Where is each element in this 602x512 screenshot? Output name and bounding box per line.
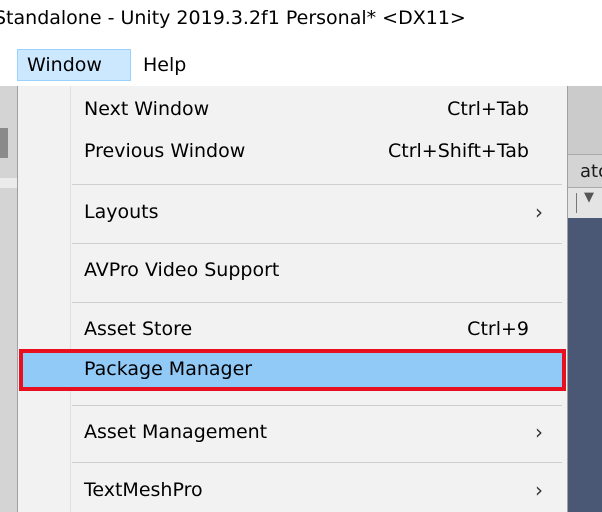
editor-toolbar-fragment: [568, 86, 602, 154]
menu-window[interactable]: Window: [17, 49, 131, 81]
window-title: Standalone - Unity 2019.3.2f1 Personal* …: [0, 7, 466, 29]
menu-item-package-manager[interactable]: Package Manager: [19, 349, 566, 391]
menu-item-label: Asset Store: [84, 318, 193, 340]
animator-tab[interactable]: ator: [568, 154, 602, 188]
window-title-bar: Standalone - Unity 2019.3.2f1 Personal* …: [0, 0, 602, 44]
menu-item-label: Next Window: [84, 98, 210, 120]
animator-tab-label: ator: [580, 161, 602, 182]
menu-item-label: Previous Window: [84, 140, 246, 162]
toolbar-separator: [576, 193, 577, 213]
menu-separator: [72, 302, 562, 303]
menu-item-label: Package Manager: [84, 358, 253, 380]
menu-item-asset-management[interactable]: Asset Management ›: [18, 412, 567, 454]
menu-separator: [72, 462, 562, 463]
chevron-right-icon: ›: [535, 478, 543, 502]
menu-separator: [72, 184, 562, 185]
panel-toolbar-fragment: ▼: [568, 188, 602, 218]
menu-item-shortcut: Ctrl+Shift+Tab: [388, 140, 529, 162]
menu-separator: [72, 243, 562, 244]
menu-item-shortcut: Ctrl+9: [467, 318, 529, 340]
menu-item-label: Asset Management: [84, 421, 268, 443]
menu-item-asset-store[interactable]: Asset Store Ctrl+9: [18, 309, 567, 351]
menu-item-textmeshpro[interactable]: TextMeshPro ›: [18, 470, 567, 512]
menu-bar: Window Help: [0, 44, 602, 86]
scene-view-fragment: [568, 218, 602, 512]
menu-help[interactable]: Help: [134, 49, 195, 81]
menu-item-shortcut: Ctrl+Tab: [447, 98, 529, 120]
dropdown-arrow-icon[interactable]: ▼: [584, 190, 594, 205]
chevron-right-icon: ›: [535, 420, 543, 444]
toolbar-fragment: [0, 128, 8, 158]
menu-separator: [72, 405, 562, 406]
menu-item-avpro-video-support[interactable]: AVPro Video Support: [18, 250, 567, 292]
editor-left-edge: [0, 86, 17, 512]
panel-header-fragment: [0, 178, 17, 188]
window-menu-dropdown: Next Window Ctrl+Tab Previous Window Ctr…: [17, 86, 568, 512]
menu-item-previous-window[interactable]: Previous Window Ctrl+Shift+Tab: [18, 131, 567, 173]
menu-item-label: Layouts: [84, 201, 159, 223]
menu-item-layouts[interactable]: Layouts ›: [18, 192, 567, 234]
menu-item-next-window[interactable]: Next Window Ctrl+Tab: [18, 89, 567, 131]
menu-item-label: TextMeshPro: [84, 479, 203, 501]
chevron-right-icon: ›: [535, 200, 543, 224]
menu-item-label: AVPro Video Support: [84, 259, 280, 281]
